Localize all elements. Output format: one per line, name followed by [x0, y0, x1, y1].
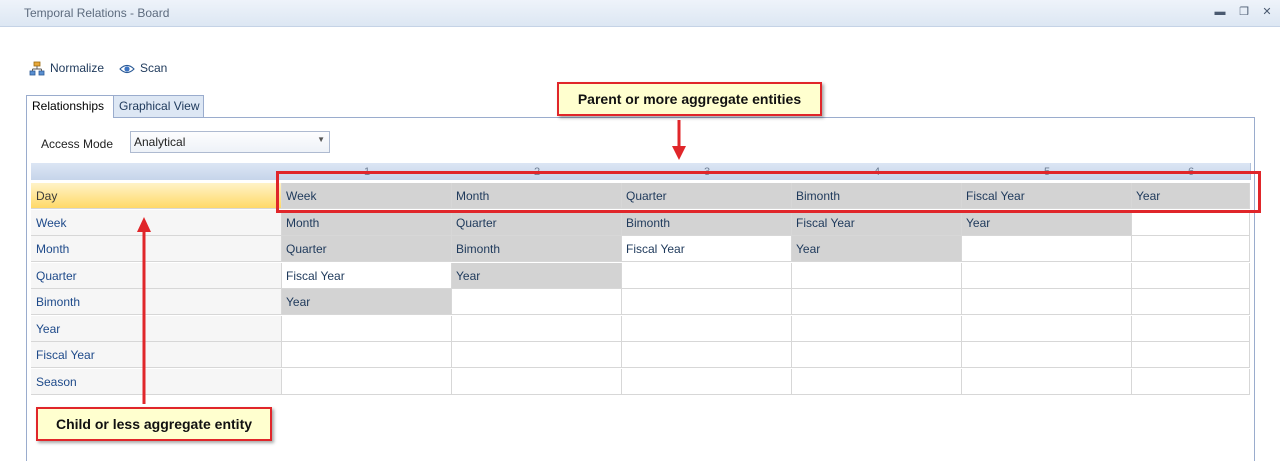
arrow-up-head-icon	[137, 217, 151, 232]
tab-relationships[interactable]: Relationships	[26, 95, 114, 118]
arrow-down-head-icon	[672, 146, 686, 160]
annotation-arrows	[137, 120, 686, 404]
